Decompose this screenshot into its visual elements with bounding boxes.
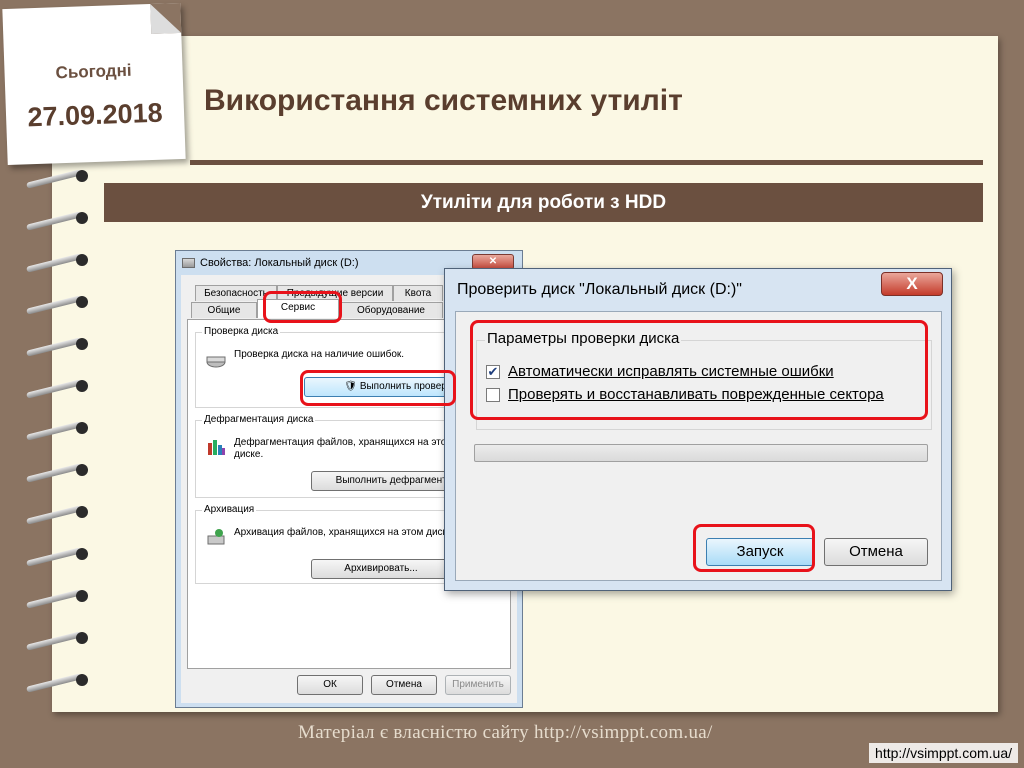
tab-quota[interactable]: Квота <box>393 285 443 301</box>
footer-url[interactable]: http://vsimppt.com.ua/ <box>869 743 1018 763</box>
ok-button[interactable]: ОК <box>297 675 363 695</box>
backup-button[interactable]: Архивировать... <box>311 559 451 579</box>
check-disk-dialog-title: Проверить диск "Локальный диск (D:)" <box>457 281 742 298</box>
group-description: Архивация файлов, хранящихся на этом дис… <box>234 527 456 538</box>
drive-check-icon <box>206 349 226 369</box>
binding-ring <box>18 588 88 609</box>
group-description: Проверка диска на наличие ошибок. <box>234 349 405 360</box>
binding-ring <box>18 504 88 525</box>
binding-ring <box>18 546 88 567</box>
dialog-close-button[interactable]: X <box>881 272 943 296</box>
binding-ring <box>18 462 88 483</box>
highlight-run-check-button <box>300 370 456 406</box>
highlight-service-tab <box>263 291 342 323</box>
binding-ring <box>18 378 88 399</box>
binding-ring <box>18 252 88 273</box>
drive-icon <box>182 258 195 268</box>
binding-ring <box>18 210 88 231</box>
check-progress-bar <box>474 444 928 462</box>
apply-button[interactable]: Применить <box>445 675 511 695</box>
group-description: Дефрагментация файлов, хранящихся на это… <box>234 437 454 460</box>
binding-ring <box>18 630 88 651</box>
date-label: Сьогодні <box>55 60 132 83</box>
date-value: 27.09.2018 <box>27 97 164 133</box>
note-folded-corner <box>150 2 182 34</box>
highlight-start-button <box>693 524 815 572</box>
binding-ring <box>18 420 88 441</box>
group-title: Архивация <box>202 504 257 515</box>
backup-icon <box>206 527 226 547</box>
binding-ring <box>18 672 88 693</box>
binding-ring <box>18 168 88 189</box>
slide-title: Використання системних утиліт <box>204 84 683 117</box>
tab-general[interactable]: Общие <box>191 302 257 318</box>
section-banner: Утиліти для роботи з HDD <box>104 183 983 222</box>
binding-ring <box>18 336 88 357</box>
spiral-binding <box>18 168 88 708</box>
defrag-icon <box>206 437 226 457</box>
group-title: Дефрагментация диска <box>202 414 316 425</box>
footer-note: Матеріал є власністю сайту http://vsimpp… <box>298 722 713 743</box>
group-title: Проверка диска <box>202 326 281 337</box>
properties-window-title: Свойства: Локальный диск (D:) <box>200 257 359 269</box>
cancel-button[interactable]: Отмена <box>371 675 437 695</box>
tab-hardware[interactable]: Оборудование <box>339 302 443 318</box>
binding-ring <box>18 294 88 315</box>
dialog-cancel-button[interactable]: Отмена <box>824 538 928 566</box>
title-divider <box>190 160 983 165</box>
highlight-check-options <box>470 320 928 420</box>
date-note: Сьогодні 27.09.2018 <box>2 2 186 166</box>
